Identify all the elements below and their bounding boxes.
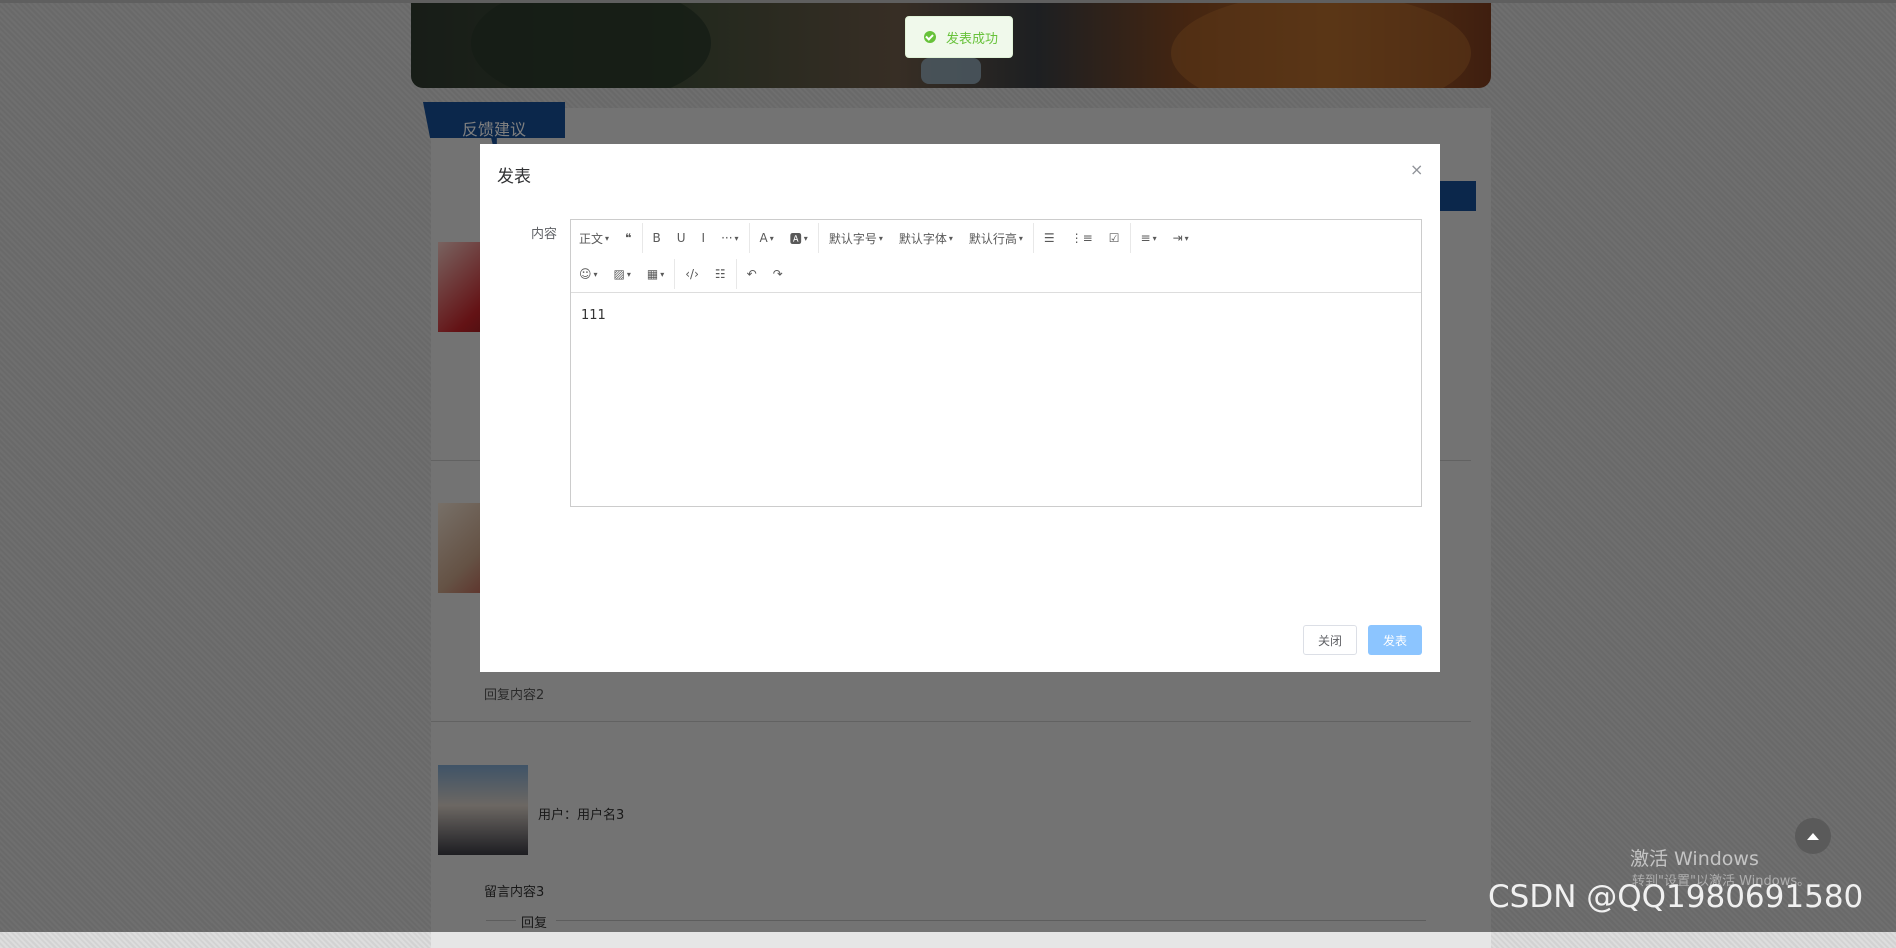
toolbar-button-label: ☰ xyxy=(1043,231,1055,245)
submit-button[interactable]: 发表 xyxy=(1368,625,1422,655)
toolbar-button-label: ❝ xyxy=(625,231,632,245)
back-to-top-icon[interactable] xyxy=(1795,818,1831,854)
toolbar-separator xyxy=(1129,223,1131,253)
editor-content[interactable]: 111 xyxy=(581,308,606,323)
toolbar-separator xyxy=(817,223,819,253)
caret-down-icon: ▾ xyxy=(626,269,631,279)
toolbar-button-label: ▨ xyxy=(613,267,625,281)
toolbar-button-label: ‹/› xyxy=(685,267,699,281)
toolbar-button-label: A xyxy=(759,231,768,245)
toolbar-button-label: 默认行高 xyxy=(968,231,1017,246)
toolbar-button-label: ☺ xyxy=(579,267,592,281)
caret-down-icon: ▾ xyxy=(734,233,739,243)
toolbar-button[interactable]: A ▾ xyxy=(752,220,782,256)
toolbar-button[interactable]: ☑ xyxy=(1101,220,1128,256)
caret-down-icon: ▾ xyxy=(1152,233,1157,243)
toolbar-button[interactable]: ↶ xyxy=(739,256,765,292)
toolbar-separator xyxy=(1032,223,1034,253)
caret-down-icon: ▾ xyxy=(1018,233,1023,243)
success-toast: 发表成功 xyxy=(905,16,1013,58)
toolbar-button-label: ▦ xyxy=(646,267,659,281)
toolbar-button-label: ☑ xyxy=(1108,231,1120,245)
content-label: 内容 xyxy=(531,227,558,242)
toolbar-button[interactable]: 正文 ▾ xyxy=(571,220,617,256)
toolbar-button[interactable]: ☺ ▾ xyxy=(571,256,606,292)
toolbar-button[interactable]: ⋮≡ xyxy=(1063,220,1101,256)
toolbar-button-label: ☷ xyxy=(714,267,726,281)
toolbar-button[interactable]: 默认行高 ▾ xyxy=(961,220,1031,256)
watermark: CSDN @QQ1980691580 xyxy=(1488,879,1864,915)
toolbar-button-label: U xyxy=(676,231,686,245)
toolbar-button-label: 正文 xyxy=(579,231,604,246)
caret-down-icon: ▾ xyxy=(605,233,610,243)
check-circle-icon xyxy=(924,31,936,43)
toolbar-button[interactable]: 默认字号 ▾ xyxy=(821,220,891,256)
dialog-title: 发表 xyxy=(497,167,531,187)
caret-down-icon: ▾ xyxy=(769,233,774,243)
editor-toolbar: 正文 ▾ ❝ B U I ··· ▾ A ▾ 🅰 ▾ 默认字号 ▾ 默认字体 ▾ 默认行高 ▾ ☰ ⋮≡ ☑ ≡ ▾ ⇥ ▾ ☺… xyxy=(571,220,1421,293)
caret-down-icon: ▾ xyxy=(948,233,953,243)
toolbar-button[interactable]: I xyxy=(694,220,714,256)
toolbar-button-label: B xyxy=(652,231,661,245)
toolbar-button[interactable]: ≡ ▾ xyxy=(1133,220,1165,256)
toolbar-button-label: ↷ xyxy=(772,267,783,281)
toolbar-separator xyxy=(674,259,676,289)
toolbar-button[interactable]: ▨ ▾ xyxy=(606,256,639,292)
toolbar-button[interactable]: ⇥ ▾ xyxy=(1165,220,1197,256)
rich-text-editor: 正文 ▾ ❝ B U I ··· ▾ A ▾ 🅰 ▾ 默认字号 ▾ 默认字体 ▾ 默认行高 ▾ ☰ ⋮≡ ☑ ≡ ▾ ⇥ ▾ ☺… xyxy=(570,219,1422,507)
post-dialog: 发表 × 内容 正文 ▾ ❝ B U I ··· ▾ A ▾ 🅰 ▾ 默认字号 ▾ 默认字体 ▾ 默认行高 ▾ ☰ ⋮… xyxy=(480,144,1440,672)
toolbar-button[interactable]: B xyxy=(645,220,669,256)
toolbar-button[interactable]: ‹/› xyxy=(677,256,707,292)
toolbar-button[interactable]: 🅰 ▾ xyxy=(782,220,816,256)
caret-down-icon: ▾ xyxy=(803,233,808,243)
toolbar-row-1: 正文 ▾ ❝ B U I ··· ▾ A ▾ 🅰 ▾ 默认字号 ▾ 默认字体 ▾ 默认行高 ▾ ☰ ⋮≡ ☑ ≡ ▾ ⇥ ▾ xyxy=(571,220,1197,256)
toolbar-button[interactable]: ☰ xyxy=(1036,220,1063,256)
toolbar-button-label: 🅰 xyxy=(789,231,802,246)
caret-down-icon: ▾ xyxy=(1184,233,1189,243)
toolbar-button[interactable]: U xyxy=(669,220,694,256)
toolbar-button-label: ↶ xyxy=(746,267,757,281)
toolbar-separator xyxy=(641,223,643,253)
activate-windows-text: 激活 Windows xyxy=(1630,848,1759,870)
toolbar-button-label: ··· xyxy=(721,231,733,245)
toast-message: 发表成功 xyxy=(946,31,999,47)
toolbar-separator xyxy=(735,259,737,289)
toolbar-button[interactable]: ▦ ▾ xyxy=(639,256,672,292)
toolbar-button[interactable]: ↷ xyxy=(765,256,791,292)
toolbar-button-label: 默认字体 xyxy=(898,231,947,246)
caret-down-icon: ▾ xyxy=(593,269,598,279)
toolbar-button[interactable]: ☷ xyxy=(707,256,734,292)
toolbar-button-label: ≡ xyxy=(1140,231,1151,245)
toolbar-button-label: 默认字号 xyxy=(828,231,877,246)
toolbar-button-label: ⋮≡ xyxy=(1070,231,1093,245)
toolbar-button[interactable]: ❝ xyxy=(617,220,639,256)
toolbar-button-label: ⇥ xyxy=(1172,231,1183,245)
close-icon[interactable]: × xyxy=(1410,160,1423,179)
caret-down-icon: ▾ xyxy=(660,269,665,279)
close-button[interactable]: 关闭 xyxy=(1303,625,1357,655)
toolbar-separator xyxy=(748,223,750,253)
toolbar-button-label: I xyxy=(701,231,706,245)
toolbar-row-2: ☺ ▾ ▨ ▾ ▦ ▾ ‹/› ☷ ↶ ↷ xyxy=(571,256,791,292)
toolbar-button[interactable]: ··· ▾ xyxy=(713,220,746,256)
caret-down-icon: ▾ xyxy=(878,233,883,243)
toolbar-button[interactable]: 默认字体 ▾ xyxy=(891,220,961,256)
